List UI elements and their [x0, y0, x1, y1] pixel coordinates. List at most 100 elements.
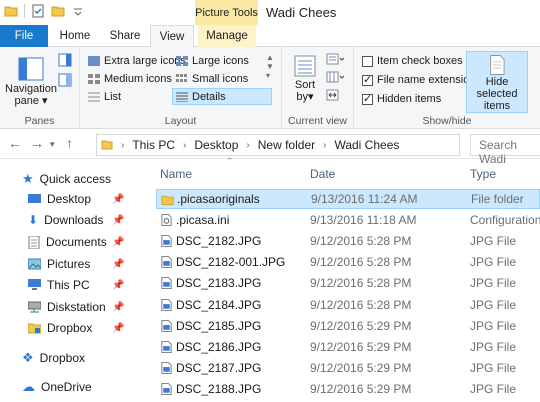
file-name: DSC_2184.JPG [176, 297, 262, 312]
tab-view[interactable]: View [150, 25, 194, 48]
breadcrumb-wadi-chees[interactable]: Wadi Chees [334, 138, 399, 152]
nav-item-dropbox[interactable]: Dropbox [28, 321, 92, 335]
details-icon [176, 92, 188, 102]
up-arrow-icon[interactable]: ↑ [66, 135, 73, 151]
folder-icon[interactable] [4, 4, 18, 18]
file-row[interactable]: DSC_2187.JPG 9/12/2016 5:29 PM JPG File [156, 358, 540, 378]
breadcrumb-this-pc[interactable]: This PC [132, 138, 175, 152]
pin-icon[interactable]: 📌 [112, 302, 124, 313]
file-name-extensions-option[interactable]: File name extensions [362, 73, 481, 86]
breadcrumb-separator[interactable]: › [246, 140, 249, 151]
add-columns-icon[interactable] [326, 71, 346, 83]
file-date: 9/12/2016 5:29 PM [310, 339, 412, 354]
nav-item-diskstation[interactable]: Diskstation [28, 300, 106, 314]
file-row[interactable]: DSC_2183.JPG 9/12/2016 5:28 PM JPG File [156, 273, 540, 293]
breadcrumb-separator[interactable]: › [121, 140, 124, 151]
file-row[interactable]: DSC_2185.JPG 9/12/2016 5:29 PM JPG File [156, 316, 540, 336]
file-date: 9/12/2016 5:28 PM [310, 276, 412, 291]
navigation-pane-button[interactable]: Navigation pane ▾ [5, 55, 57, 107]
file-name: DSC_2185.JPG [176, 318, 262, 333]
new-folder-icon[interactable] [51, 4, 65, 18]
nav-item-label: Diskstation [47, 300, 106, 314]
size-columns-icon[interactable] [326, 89, 340, 101]
tab-manage[interactable]: Manage [198, 25, 256, 47]
pin-icon[interactable]: 📌 [112, 323, 124, 334]
small-icons-label: Small icons [192, 73, 249, 85]
back-arrow-icon[interactable]: ← [8, 135, 22, 151]
breadcrumb-desktop[interactable]: Desktop [194, 138, 238, 152]
column-header-type[interactable]: Type [470, 167, 496, 181]
navigation-pane: ★ Quick access Desktop 📌 ⬇ Downloads 📌 D… [0, 159, 130, 402]
image-file-icon [161, 298, 172, 311]
file-type: JPG File [470, 360, 517, 375]
column-header-name[interactable]: Name [160, 167, 192, 181]
pin-icon[interactable]: 📌 [112, 194, 124, 205]
tab-home[interactable]: Home [52, 25, 98, 47]
sort-by-label-2: by▾ [296, 91, 314, 103]
title-bar: Picture Tools Wadi Chees [0, 0, 540, 25]
breadcrumb-separator[interactable]: › [183, 140, 186, 151]
hide-selected-items-button[interactable]: Hide selected items [466, 51, 528, 113]
file-row[interactable]: .picasa.ini 9/13/2016 11:18 AM Configurati… [156, 210, 540, 230]
search-input[interactable]: Search Wadi [470, 134, 540, 166]
address-bar: ← → ▾ ↑ › This PC › Desktop › New folder… [0, 129, 540, 166]
hidden-items-checkbox[interactable] [362, 92, 373, 105]
list-option[interactable]: List [88, 91, 121, 103]
properties-icon[interactable] [31, 4, 45, 18]
large-icons-option[interactable]: Large icons [176, 55, 249, 67]
file-date: 9/12/2016 5:28 PM [310, 297, 412, 312]
breadcrumb-separator[interactable]: › [323, 140, 326, 151]
file-row[interactable]: DSC_2184.JPG 9/12/2016 5:28 PM JPG File [156, 295, 540, 315]
item-check-boxes-checkbox[interactable] [362, 55, 373, 67]
file-name: DSC_2186.JPG [176, 339, 262, 354]
window-title: Wadi Chees [266, 5, 337, 20]
item-check-boxes-option[interactable]: Item check boxes [362, 55, 463, 67]
nav-item-onedrive[interactable]: ☁ OneDrive [22, 379, 92, 395]
quick-access-item[interactable]: ★ Quick access [22, 171, 111, 187]
column-header-date[interactable]: Date [310, 167, 335, 181]
file-row[interactable]: .picasaoriginals 9/13/2016 11:24 AM File f… [156, 189, 540, 209]
nav-item-dropbox-root[interactable]: ❖ Dropbox [22, 350, 85, 366]
file-date: 9/12/2016 5:28 PM [310, 255, 412, 270]
nav-item-downloads[interactable]: ⬇ Downloads [28, 213, 103, 227]
file-row[interactable]: DSC_2182-001.JPG 9/12/2016 5:28 PM JPG Fil… [156, 252, 540, 272]
nav-item-label: Documents [46, 235, 107, 249]
desktop-icon [28, 194, 41, 203]
extra-large-icons-option[interactable]: Extra large icons [88, 55, 186, 67]
nav-item-this-pc[interactable]: This PC [28, 278, 90, 292]
file-row[interactable]: DSC_2188.JPG 9/12/2016 5:29 PM JPG File [156, 379, 540, 399]
pin-icon[interactable]: 📌 [112, 237, 124, 248]
recent-locations-icon[interactable]: ▾ [50, 139, 55, 150]
address-box[interactable]: › This PC › Desktop › New folder › Wadi … [96, 134, 460, 156]
chevron-down-icon[interactable] [71, 4, 85, 18]
medium-icons-option[interactable]: Medium icons [88, 73, 172, 85]
show-hide-group: Item check boxes File name extensions Hi… [354, 47, 540, 129]
pictures-icon [28, 258, 41, 270]
file-row[interactable]: DSC_2182.JPG 9/12/2016 5:28 PM JPG File [156, 231, 540, 251]
details-pane-icon[interactable] [58, 73, 72, 87]
preview-pane-icon[interactable] [58, 53, 72, 67]
file-type: JPG File [470, 339, 517, 354]
forward-arrow-icon[interactable]: → [30, 135, 44, 151]
nav-item-desktop[interactable]: Desktop [28, 192, 91, 206]
sort-by-label-word: by [296, 91, 309, 103]
pin-icon[interactable]: 📌 [112, 280, 124, 291]
tab-file[interactable]: File [0, 25, 48, 47]
nav-item-documents[interactable]: Documents [28, 235, 107, 249]
file-row[interactable]: DSC_2186.JPG 9/12/2016 5:29 PM JPG File [156, 337, 540, 357]
file-name-extensions-checkbox[interactable] [362, 73, 373, 86]
tab-share[interactable]: Share [102, 25, 148, 47]
nav-item-pictures[interactable]: Pictures [28, 257, 90, 271]
small-icons-option[interactable]: Small icons [176, 73, 248, 85]
layout-scroll-arrows[interactable]: ▲ ▼ ▾ [266, 53, 274, 80]
nav-item-label: Desktop [47, 192, 92, 206]
breadcrumb-new-folder[interactable]: New folder [258, 138, 315, 152]
group-by-icon[interactable] [326, 53, 346, 65]
pin-icon[interactable]: 📌 [112, 259, 124, 270]
details-option[interactable]: Details [172, 88, 272, 105]
sort-by-button[interactable]: Sort by▾ [290, 53, 320, 103]
navigation-pane-label-2: pane ▾ [14, 95, 48, 107]
star-icon: ★ [22, 171, 34, 186]
hidden-items-option[interactable]: Hidden items [362, 92, 441, 105]
pin-icon[interactable]: 📌 [112, 215, 124, 226]
